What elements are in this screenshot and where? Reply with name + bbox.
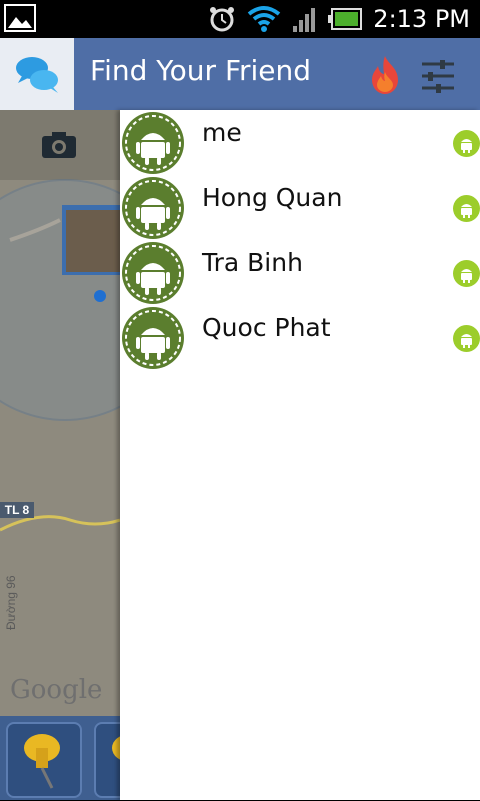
friend-row[interactable]: Tra Binh <box>120 240 480 305</box>
street-label: Đường 96 <box>4 575 18 630</box>
gallery-icon <box>4 4 36 32</box>
pushpin-icon <box>24 734 60 789</box>
friend-name: Tra Binh <box>202 248 303 277</box>
wifi-icon <box>248 6 281 32</box>
map-view[interactable]: TL 8 Đường 96 Google <box>0 110 120 716</box>
android-status-icon <box>453 325 480 352</box>
status-bar: 2:13 PM <box>0 0 480 38</box>
google-logo: Google <box>10 675 103 705</box>
app-logo[interactable] <box>0 38 74 110</box>
alarm-icon <box>210 7 235 32</box>
bottom-bar <box>0 716 170 800</box>
android-avatar-icon <box>122 177 184 239</box>
friends-list: me Hong Quan Tra Binh Quoc Phat <box>120 110 480 370</box>
friend-name: Hong Quan <box>202 183 343 212</box>
friend-row[interactable]: me <box>120 110 480 175</box>
status-time: 2:13 PM <box>373 5 470 33</box>
app-title: Find Your Friend <box>90 54 312 87</box>
friend-name: Quoc Phat <box>202 313 331 342</box>
android-avatar-icon <box>122 307 184 369</box>
battery-icon <box>328 8 363 30</box>
speech-bubble-logo-icon <box>16 57 58 93</box>
fire-icon[interactable] <box>366 54 404 96</box>
pin-button-1[interactable] <box>6 722 82 798</box>
android-avatar-icon <box>122 112 184 174</box>
friends-drawer: me Hong Quan Tra Binh Quoc Phat <box>120 110 480 800</box>
road-label-tl8: TL 8 <box>0 502 34 518</box>
android-status-icon <box>453 130 480 157</box>
settings-sliders-icon[interactable] <box>420 58 456 94</box>
friend-row[interactable]: Quoc Phat <box>120 305 480 370</box>
map-graphics <box>0 179 120 532</box>
status-icons: 2:13 PM <box>207 0 470 38</box>
android-status-icon <box>453 260 480 287</box>
signal-icon <box>293 8 316 32</box>
app-bar: Find Your Friend <box>0 38 480 110</box>
android-status-icon <box>453 195 480 222</box>
friend-row[interactable]: Hong Quan <box>120 175 480 240</box>
friend-name: me <box>202 118 242 147</box>
android-avatar-icon <box>122 242 184 304</box>
